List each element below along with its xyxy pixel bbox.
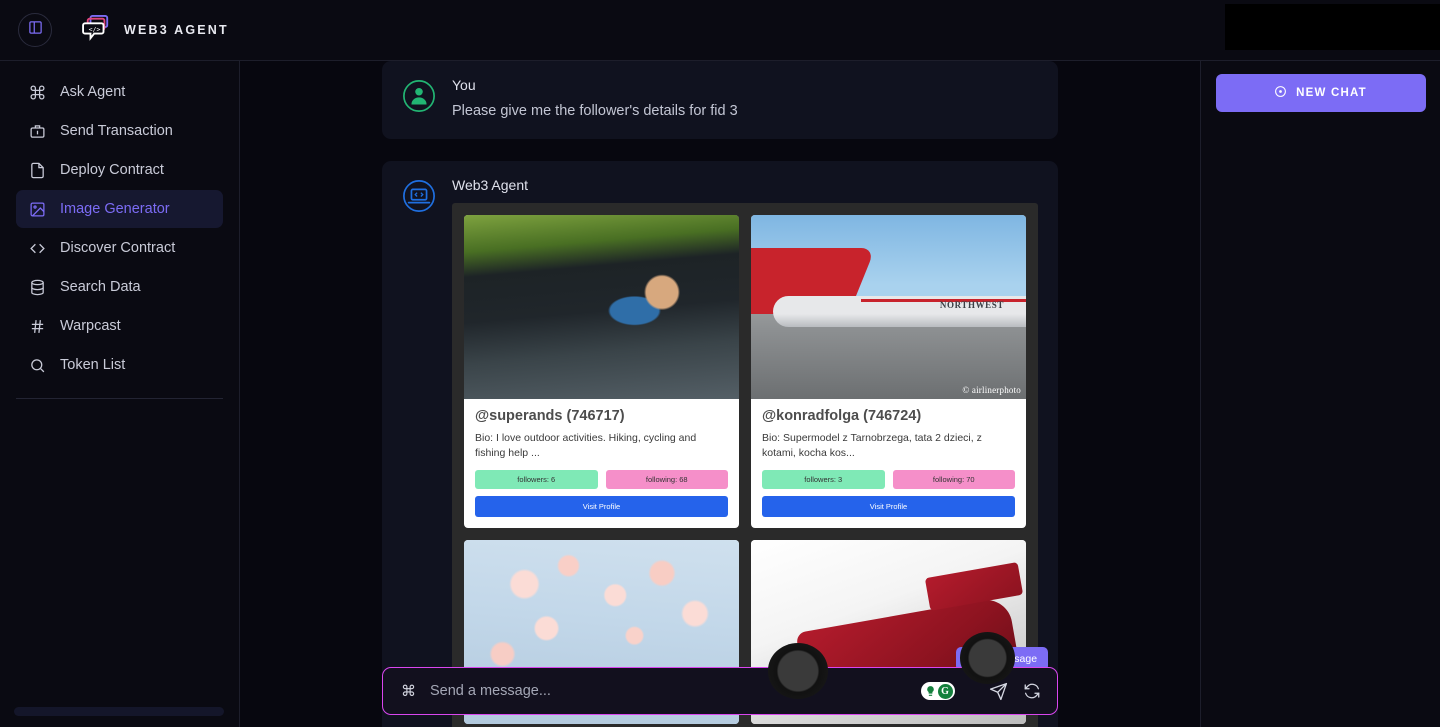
sidebar-item-deploy-contract[interactable]: Deploy Contract <box>16 151 223 189</box>
file-icon <box>28 161 46 179</box>
sidebar-item-warpcast[interactable]: Warpcast <box>16 307 223 345</box>
brand-name: WEB3 AGENT <box>124 23 229 37</box>
message-input[interactable] <box>430 683 921 699</box>
sidebar-item-label: Ask Agent <box>60 84 126 100</box>
image-watermark: © airlinerphoto <box>962 385 1021 395</box>
profile-stats: followers: 3 following: 70 <box>762 470 1015 490</box>
sidebar-item-label: Discover Contract <box>60 240 176 256</box>
profile-handle: @superands (746717) <box>475 408 625 424</box>
visit-profile-button[interactable]: Visit Profile <box>475 496 728 518</box>
message-list: You Please give me the follower's detail… <box>240 61 1200 727</box>
visit-profile-button[interactable]: Visit Profile <box>762 496 1015 518</box>
user-avatar-icon <box>402 79 436 113</box>
command-icon <box>28 83 46 101</box>
new-chat-button[interactable]: NEW CHAT <box>1215 74 1426 112</box>
right-panel: NEW CHAT <box>1200 61 1440 727</box>
sidebar-item-ask-agent[interactable]: Ask Agent <box>16 73 223 111</box>
sidebar-toggle-button[interactable] <box>18 13 52 47</box>
message-author: You <box>452 77 476 93</box>
sidebar-item-search-data[interactable]: Search Data <box>16 268 223 306</box>
sidebar-horizontal-scrollbar[interactable] <box>14 707 224 716</box>
database-icon <box>28 278 46 296</box>
new-chat-label: NEW CHAT <box>1296 87 1367 99</box>
profile-card[interactable]: NORTHWEST © airlinerphoto @konradfolga (… <box>751 215 1026 529</box>
grammarly-letter: G <box>937 683 953 699</box>
grammarly-badge-icon[interactable]: G <box>921 682 955 700</box>
search-icon <box>28 356 46 374</box>
message-body: Web3 Agent @superands (746717) Bio: I lo… <box>452 177 1038 727</box>
profile-results-grid: @superands (746717) Bio: I love outdoor … <box>452 203 1038 727</box>
sidebar-item-send-transaction[interactable]: Send Transaction <box>16 112 223 150</box>
message-composer[interactable]: ⌘ G <box>382 667 1058 715</box>
app-header: </> WEB3 AGENT <box>0 0 1440 61</box>
code-icon <box>28 239 46 257</box>
profile-bio: Bio: Supermodel z Tarnobrzega, tata 2 dz… <box>762 432 982 460</box>
agent-avatar-icon <box>402 179 436 213</box>
svg-text:</>: </> <box>89 25 101 33</box>
refresh-icon[interactable] <box>1019 678 1045 704</box>
briefcase-icon <box>28 122 46 140</box>
brand: </> WEB3 AGENT <box>82 14 229 46</box>
profile-handle: @konradfolga (746724) <box>762 408 922 424</box>
sidebar-item-label: Send Transaction <box>60 123 173 139</box>
plane-livery-text: NORTHWEST <box>939 299 1004 310</box>
sidebar-item-label: Token List <box>60 357 126 373</box>
northwest-airplane-photo: NORTHWEST © airlinerphoto <box>751 215 1026 399</box>
sidebar-toggle-icon <box>28 20 43 40</box>
following-badge: following: 68 <box>605 470 728 490</box>
sidebar-item-label: Warpcast <box>60 318 121 334</box>
hash-icon <box>28 317 46 335</box>
man-driving-car-photo <box>464 215 739 399</box>
message-text: Please give me the follower's details fo… <box>452 103 738 119</box>
sidebar-item-label: Image Generator <box>60 201 170 217</box>
sidebar-item-token-list[interactable]: Token List <box>16 346 223 384</box>
profile-bio: Bio: I love outdoor activities. Hiking, … <box>475 432 697 460</box>
chat-column: You Please give me the follower's detail… <box>240 61 1200 727</box>
plus-circle-icon <box>1274 85 1287 101</box>
profile-card-body: @konradfolga (746724) Bio: Supermodel z … <box>751 399 1026 528</box>
command-glyph-icon: ⌘ <box>401 683 416 700</box>
sidebar-item-label: Search Data <box>60 279 141 295</box>
message-agent: Web3 Agent @superands (746717) Bio: I lo… <box>382 161 1058 727</box>
followers-badge: followers: 6 <box>475 470 598 490</box>
sidebar: Ask Agent Send Transaction Deploy Contra… <box>0 61 240 727</box>
sidebar-item-discover-contract[interactable]: Discover Contract <box>16 229 223 267</box>
sidebar-divider <box>16 398 223 399</box>
image-icon <box>28 200 46 218</box>
message-author: Web3 Agent <box>452 177 529 193</box>
followers-badge: followers: 3 <box>762 470 885 490</box>
sidebar-nav: Ask Agent Send Transaction Deploy Contra… <box>0 61 239 384</box>
sidebar-item-image-generator[interactable]: Image Generator <box>16 190 223 228</box>
header-black-region <box>1225 4 1440 50</box>
profile-stats: followers: 6 following: 68 <box>475 470 728 490</box>
profile-card-body: @superands (746717) Bio: I love outdoor … <box>464 399 739 528</box>
message-user: You Please give me the follower's detail… <box>382 61 1058 139</box>
chat-code-logo-icon: </> <box>82 14 112 46</box>
message-body: You Please give me the follower's detail… <box>452 77 1038 119</box>
following-badge: following: 70 <box>892 470 1015 490</box>
profile-card[interactable]: @superands (746717) Bio: I love outdoor … <box>464 215 739 529</box>
sidebar-item-label: Deploy Contract <box>60 162 164 178</box>
